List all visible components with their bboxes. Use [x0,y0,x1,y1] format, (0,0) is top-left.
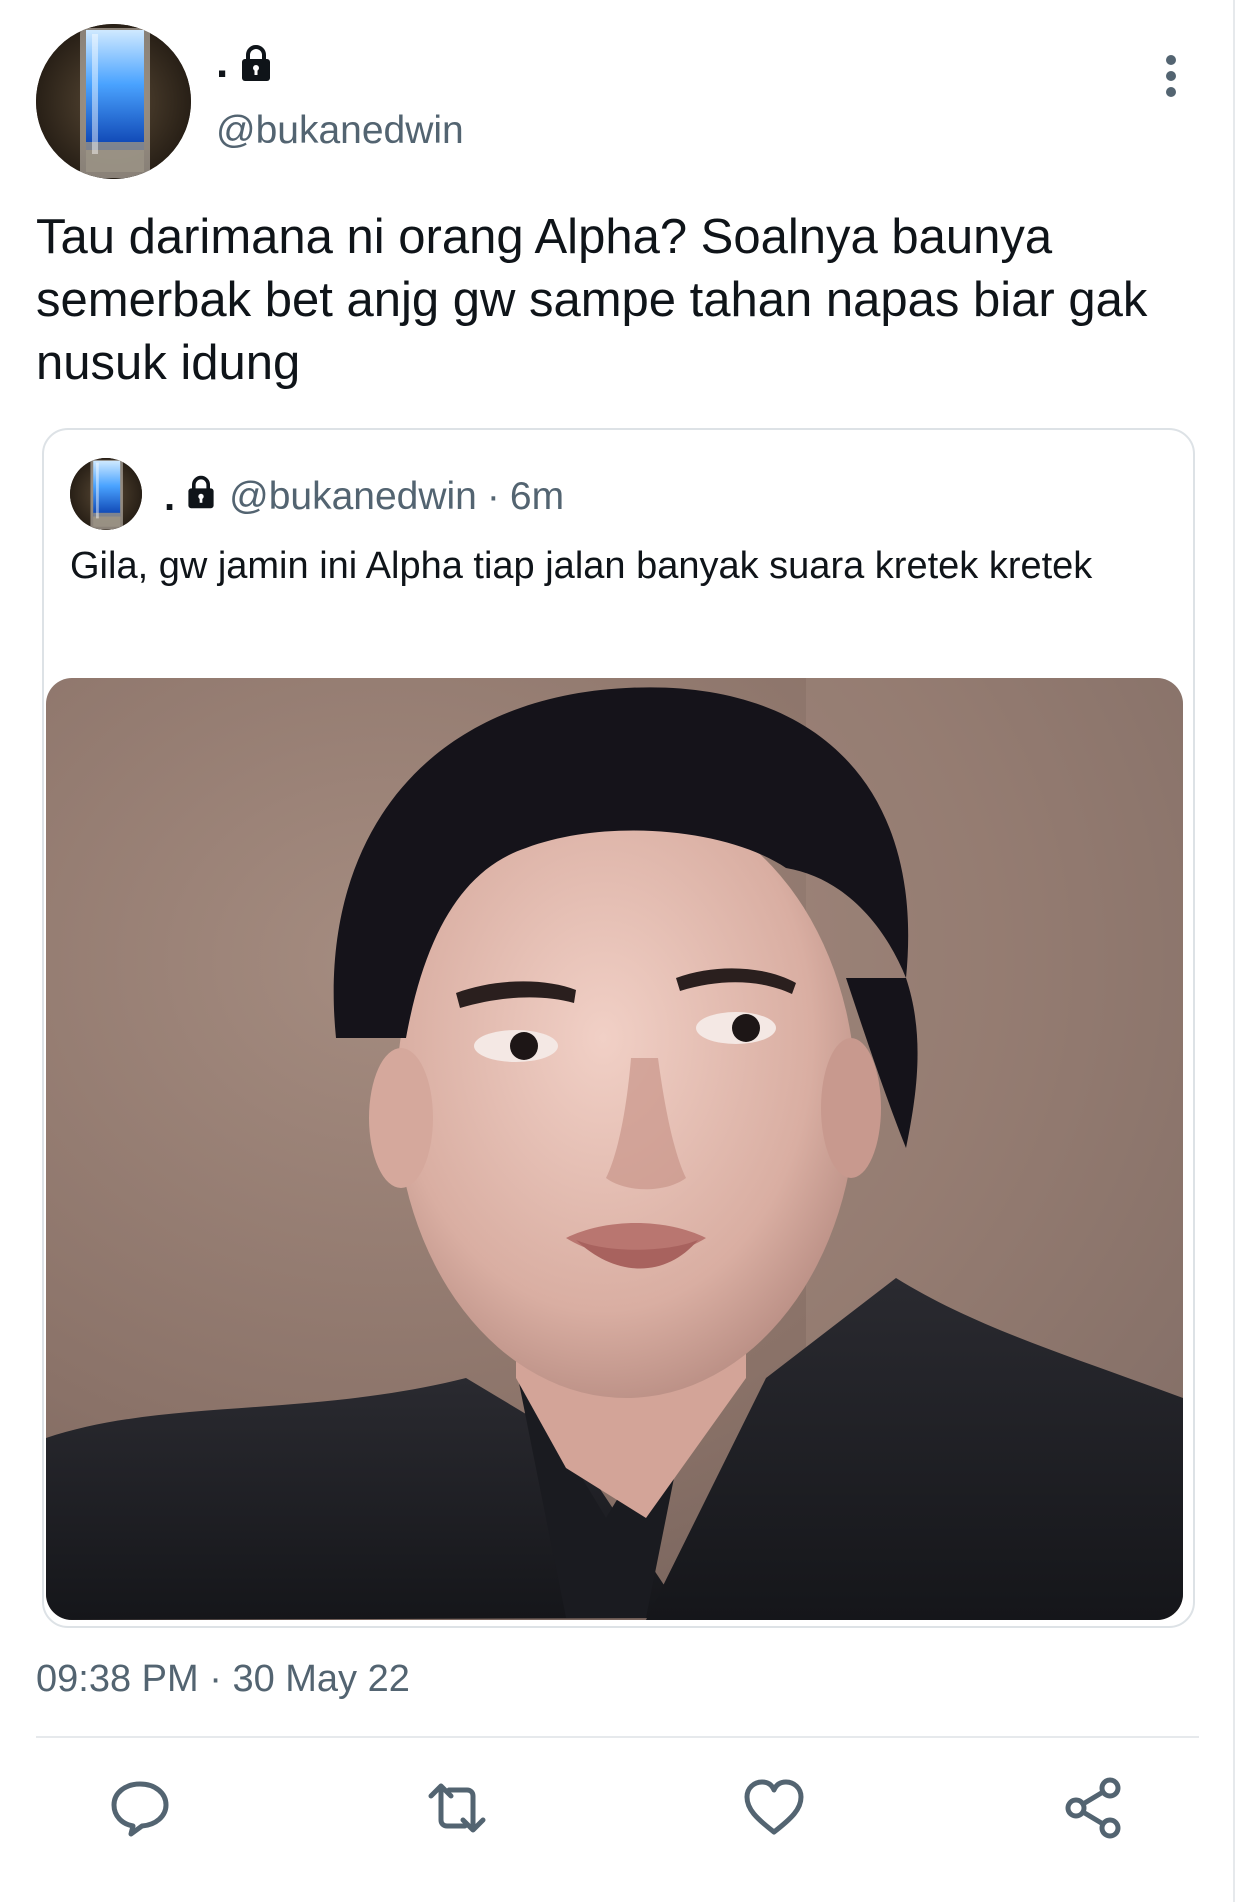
quote-header: . @bukanedwin · 6m [164,472,564,522]
lock-icon [236,43,276,83]
handle[interactable]: @bukanedwin [216,108,464,154]
reply-icon[interactable] [108,1776,172,1840]
more-vertical-icon[interactable] [1150,50,1192,102]
quote-display-name-text: . [164,474,176,519]
display-name-text: . [216,38,229,87]
divider [36,1736,1199,1738]
avatar-image [36,24,191,179]
quote-text: Gila, gw jamin ini Alpha tiap jalan bany… [70,545,1093,587]
quote-separator: · [486,475,500,518]
quote-age: 6m [509,475,565,518]
quote-display-name: . [164,474,219,520]
portrait-photo[interactable] [46,678,1183,1620]
avatar[interactable] [36,24,191,179]
timestamp[interactable]: 09:38 PM · 30 May 22 [36,1655,410,1703]
tweet-time: 09:38 PM [36,1658,199,1700]
display-name[interactable]: . [216,38,276,88]
heart-icon[interactable] [742,1776,806,1840]
timestamp-separator: · [209,1658,222,1700]
retweet-icon[interactable] [425,1776,489,1840]
quoted-tweet-card[interactable]: . @bukanedwin · 6m Gila, gw jamin ini Al… [42,428,1195,1628]
share-icon[interactable] [1062,1776,1126,1840]
tweet-date: 30 May 22 [232,1658,410,1700]
quote-handle: @bukanedwin [229,475,477,518]
tweet-text: Tau darimana ni orang Alpha? Soalnya bau… [36,210,1148,390]
quote-avatar [70,458,142,530]
lock-icon [183,474,219,520]
